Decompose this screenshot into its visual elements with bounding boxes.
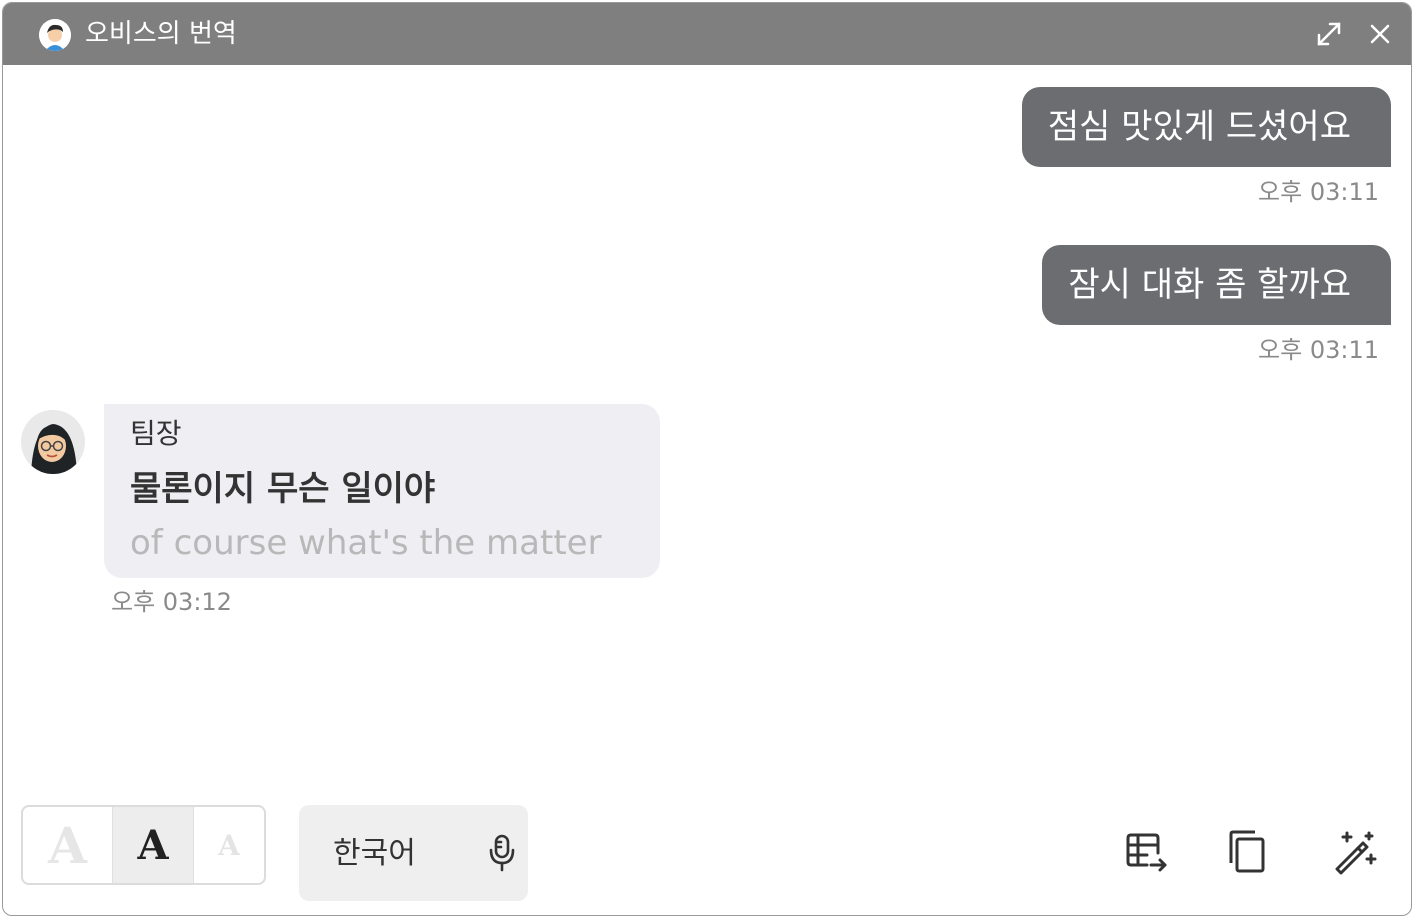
chat-area[interactable]: 점심 맛있게 드셨어요 오후 03:11 잠시 대화 좀 할까요 오후 03:1… — [3, 65, 1411, 785]
sender-name: 팀장 — [130, 417, 182, 450]
expand-icon[interactable] — [1313, 18, 1345, 50]
table-export-icon[interactable] — [1123, 829, 1169, 875]
outgoing-message[interactable]: 잠시 대화 좀 할까요 — [1042, 245, 1391, 325]
font-size-medium-button[interactable]: A — [113, 807, 194, 883]
sender-avatar — [21, 410, 85, 474]
close-icon[interactable] — [1364, 18, 1396, 50]
language-selector[interactable]: 한국어 — [299, 805, 528, 901]
window-title: 오비스의 번역 — [85, 19, 237, 49]
font-size-small-button[interactable]: A — [194, 807, 264, 883]
translation-window: 오비스의 번역 점심 맛있게 드셨어요 오후 03:11 잠시 대화 좀 할까요… — [2, 2, 1412, 916]
user-avatar-icon — [39, 19, 71, 51]
message-time: 오후 03:12 — [111, 588, 232, 616]
font-size-selector: A A A — [21, 805, 266, 885]
translated-text: of course what's the matter — [130, 523, 602, 563]
magic-wand-icon[interactable] — [1331, 829, 1377, 875]
outgoing-message[interactable]: 점심 맛있게 드셨어요 — [1021, 87, 1391, 167]
font-size-large-button[interactable]: A — [23, 807, 113, 883]
message-time: 오후 03:11 — [1258, 336, 1379, 364]
title-bar: 오비스의 번역 — [3, 3, 1411, 65]
original-text: 물론이지 무슨 일이야 — [130, 469, 436, 509]
language-label: 한국어 — [333, 836, 416, 871]
microphone-icon[interactable] — [487, 833, 517, 873]
incoming-message[interactable]: 팀장 물론이지 무슨 일이야 of course what's the matt… — [104, 404, 660, 578]
copy-icon[interactable] — [1225, 829, 1271, 875]
message-time: 오후 03:11 — [1258, 178, 1379, 206]
